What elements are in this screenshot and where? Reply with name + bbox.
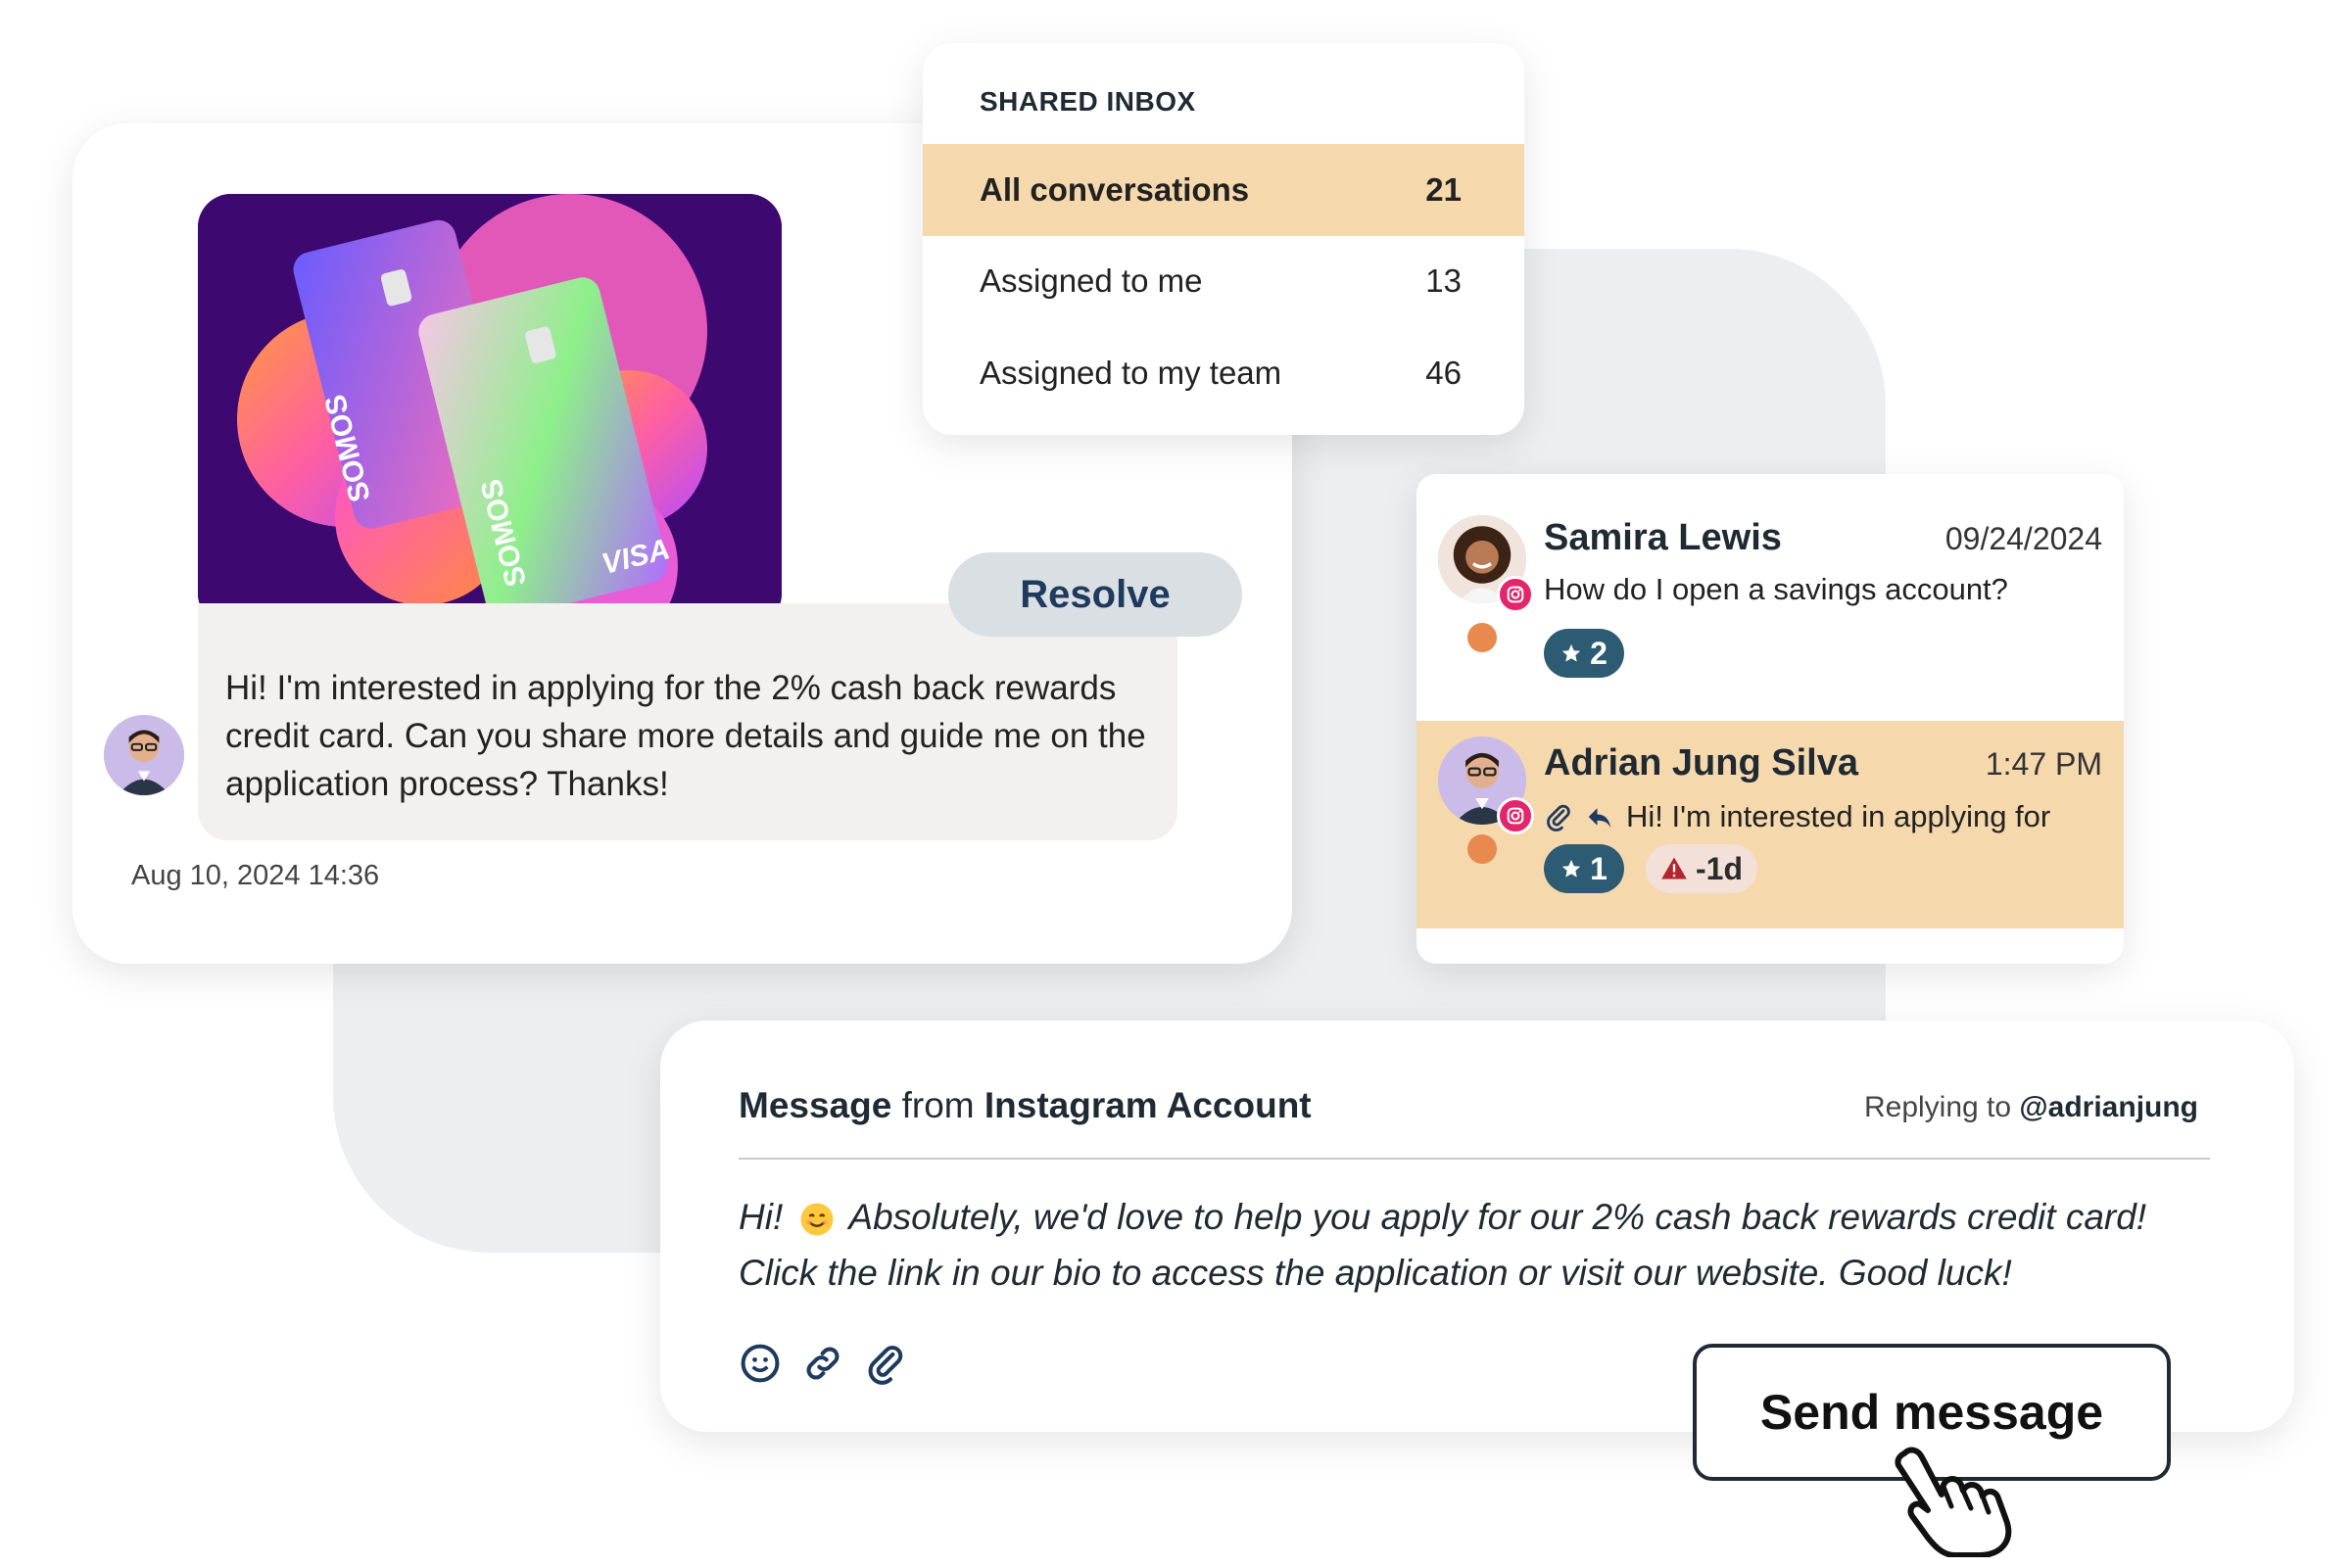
customer-message-bubble: Hi! I'm interested in applying for the 2… xyxy=(198,603,1177,840)
link-icon[interactable] xyxy=(801,1342,844,1385)
overdue-value: -1d xyxy=(1696,850,1743,886)
instagram-icon xyxy=(1497,797,1534,834)
inbox-filter-assigned-to-my-team[interactable]: Assigned to my team 46 xyxy=(923,327,1524,419)
composer-title: Message from Instagram Account xyxy=(739,1085,1312,1126)
divider xyxy=(739,1158,2210,1160)
message-timestamp: Aug 10, 2024 14:36 xyxy=(131,860,380,891)
conversation-list: Samira Lewis 09/24/2024 How do I open a … xyxy=(1416,474,2124,964)
contact-name: Adrian Jung Silva xyxy=(1544,742,1858,784)
inbox-filter-count: 46 xyxy=(1425,355,1462,391)
credit-card-promo-image: SOMOS SOMOS VISA xyxy=(198,194,782,627)
composer-title-from: from xyxy=(891,1085,984,1125)
priority-badge: 1 xyxy=(1544,844,1624,893)
message-preview: How do I open a savings account? xyxy=(1544,572,2008,607)
inbox-filter-all-conversations[interactable]: All conversations 21 xyxy=(923,144,1524,236)
customer-avatar xyxy=(104,715,184,795)
replying-to-prefix: Replying to xyxy=(1863,1091,2020,1123)
instagram-icon xyxy=(1497,576,1534,613)
inbox-title: SHARED INBOX xyxy=(980,86,1196,117)
conversation-time: 09/24/2024 xyxy=(1944,521,2102,556)
reply-text-rest: Absolutely, we'd love to help you apply … xyxy=(739,1197,2147,1293)
message-preview: Hi! I'm interested in applying for xyxy=(1544,799,2050,834)
overdue-badge: -1d xyxy=(1646,844,1757,893)
attachment-icon xyxy=(1547,804,1570,832)
conversation-item-selected[interactable]: Adrian Jung Silva 1:47 PM Hi! I'm intere… xyxy=(1416,721,2124,928)
composer-toolbar xyxy=(739,1342,907,1385)
message-preview-text: Hi! I'm interested in applying for xyxy=(1626,799,2051,833)
inbox-filter-count: 21 xyxy=(1425,171,1462,208)
shared-inbox-panel: SHARED INBOX All conversations 21 Assign… xyxy=(923,43,1524,435)
priority-badge: 2 xyxy=(1544,629,1624,678)
replying-to-handle: @adrianjung xyxy=(2019,1091,2198,1123)
inbox-filter-label: Assigned to my team xyxy=(980,355,1282,391)
inbox-filter-count: 13 xyxy=(1425,262,1462,299)
emoji-icon[interactable] xyxy=(739,1342,782,1385)
reply-text-start: Hi! xyxy=(739,1197,793,1237)
composer-title-account: Instagram Account xyxy=(984,1085,1312,1125)
reply-text-area[interactable]: Hi! Absolutely, we'd love to help you ap… xyxy=(739,1189,2208,1301)
inbox-filter-label: All conversations xyxy=(980,171,1250,208)
contact-name: Samira Lewis xyxy=(1544,517,1782,558)
inbox-filter-assigned-to-me[interactable]: Assigned to me 13 xyxy=(923,235,1524,327)
composer-title-message: Message xyxy=(739,1085,892,1125)
conversation-item[interactable]: Samira Lewis 09/24/2024 How do I open a … xyxy=(1416,474,2124,721)
star-icon xyxy=(1561,859,1581,878)
pointer-hand-icon xyxy=(1895,1447,2012,1557)
inbox-filter-label: Assigned to me xyxy=(980,262,1203,299)
reply-icon xyxy=(1588,808,1611,829)
status-dot xyxy=(1467,623,1497,652)
star-icon xyxy=(1561,643,1581,662)
warning-icon xyxy=(1661,857,1687,879)
status-dot xyxy=(1467,834,1497,864)
conversation-time: 1:47 PM xyxy=(1985,746,2102,782)
priority-count: 1 xyxy=(1590,850,1608,886)
customer-message-text: Hi! I'm interested in applying for the 2… xyxy=(225,669,1146,803)
message-preview-text: How do I open a savings account? xyxy=(1544,572,2008,606)
priority-count: 2 xyxy=(1590,635,1608,671)
replying-to: Replying to @adrianjung xyxy=(1864,1091,2198,1124)
smiling-emoji-icon xyxy=(800,1203,833,1236)
attachment-icon[interactable] xyxy=(864,1342,907,1385)
resolve-button[interactable]: Resolve xyxy=(948,552,1242,637)
